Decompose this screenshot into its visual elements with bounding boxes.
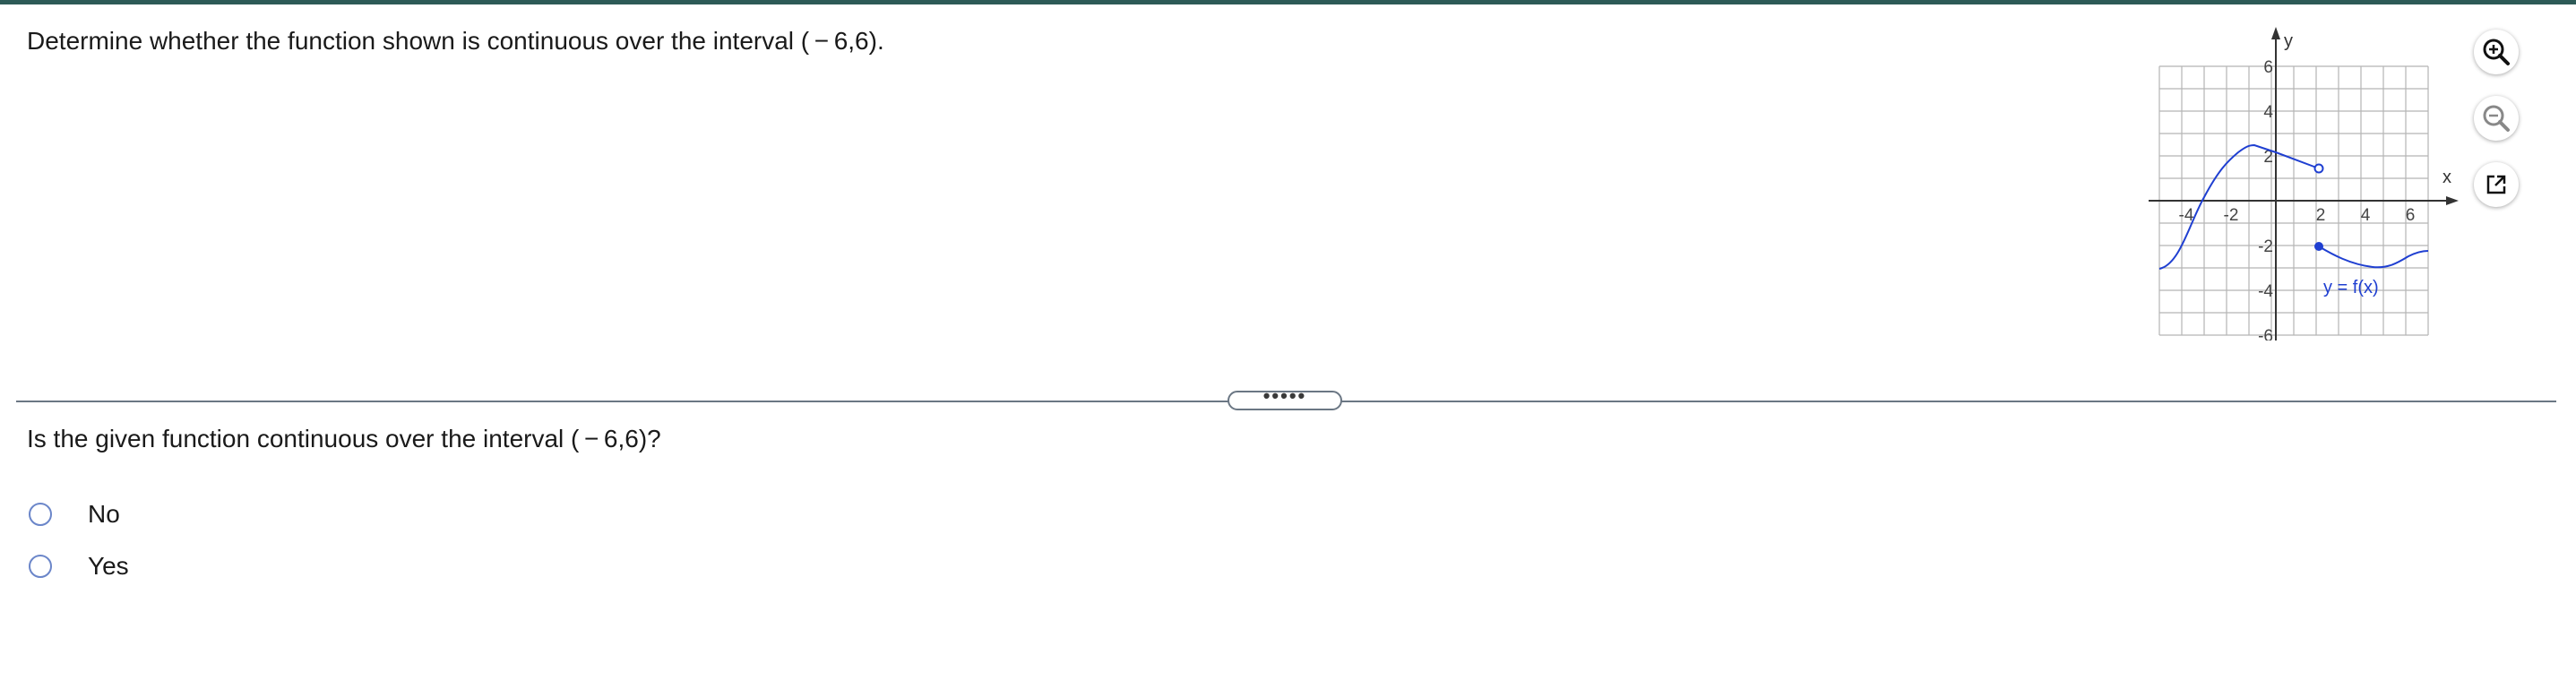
popout-button[interactable] <box>2474 162 2519 207</box>
radio-yes[interactable] <box>29 555 52 578</box>
question-prompt: Determine whether the function shown is … <box>27 27 884 55</box>
x-tick-label: 4 <box>2361 206 2371 225</box>
zoom-out-button[interactable] <box>2474 96 2519 141</box>
y-tick-label: -2 <box>2258 237 2273 256</box>
x-tick-label: 6 <box>2406 206 2416 225</box>
x-tick-label: -2 <box>2224 206 2239 225</box>
radio-no[interactable] <box>29 503 52 526</box>
top-accent-bar <box>0 0 2576 4</box>
function-label: y = f(x) <box>2323 278 2379 297</box>
y-tick-label: 6 <box>2263 58 2273 77</box>
expand-more-button[interactable]: ••••• <box>1228 384 1342 410</box>
y-tick-label: -6 <box>2258 327 2273 340</box>
y-tick-label: -4 <box>2258 282 2273 301</box>
zoom-in-icon <box>2483 39 2510 65</box>
function-graph: x y -6-4-2246 642-2-4-6 y = f(x) <box>2149 27 2459 340</box>
zoom-out-icon <box>2483 105 2510 132</box>
open-point <box>2313 163 2324 174</box>
closed-point <box>2314 242 2323 251</box>
x-axis-label: x <box>2442 168 2451 187</box>
x-tick-labels: -6-4-2246 <box>2149 206 2415 225</box>
y-tick-label: 4 <box>2263 103 2273 122</box>
option-yes-label: Yes <box>88 552 129 580</box>
more-dots: ••••• <box>1262 384 1307 407</box>
x-axis-arrow <box>2446 196 2459 205</box>
answer-prompt: Is the given function continuous over th… <box>27 425 661 452</box>
zoom-in-button[interactable] <box>2474 30 2519 74</box>
popout-icon <box>2486 175 2506 194</box>
y-axis-arrow <box>2271 27 2280 39</box>
option-no-label: No <box>88 500 120 528</box>
x-tick-label: 2 <box>2316 206 2326 225</box>
y-axis-label: y <box>2284 31 2293 51</box>
curve-right-piece <box>2318 246 2429 269</box>
graph-axes <box>2149 27 2459 340</box>
